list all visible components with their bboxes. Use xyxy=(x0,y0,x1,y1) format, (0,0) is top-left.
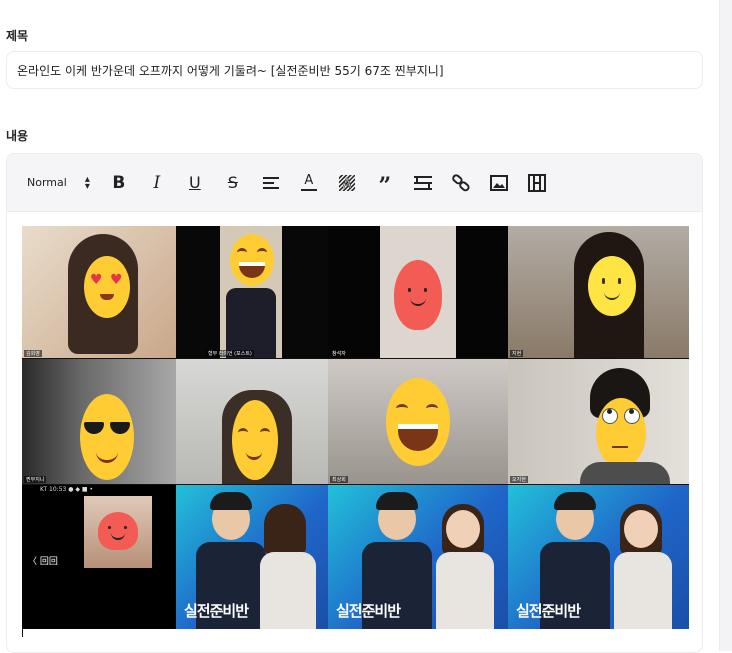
format-select-value: Normal xyxy=(27,176,67,189)
class-banner-tile: 실전준비반 xyxy=(328,484,508,629)
strikethrough-icon: S xyxy=(227,173,238,192)
grid-divider xyxy=(22,358,689,359)
participant-tile: 형부 라이언 (포스트) xyxy=(176,226,328,358)
zoom-screenshot-image: ♥ ♥ 김희영 형부 라이언 (포스트) 참석자 지현 찐부지니 최상희 오지현… xyxy=(22,226,689,629)
image-button[interactable] xyxy=(488,171,510,195)
participant-tile: 참석자 xyxy=(328,226,508,358)
background-color-icon: A xyxy=(338,174,355,192)
grid-divider xyxy=(22,484,689,485)
heart-eyes-emoji-icon: ♥ ♥ xyxy=(84,256,130,318)
horizontal-rule-icon xyxy=(413,175,432,190)
text-color-icon: A xyxy=(300,173,317,191)
bold-icon: B xyxy=(112,172,126,193)
participant-name: 형부 라이언 (포스트) xyxy=(206,350,254,357)
class-banner-tile: 실전준비반 xyxy=(176,484,328,629)
participant-tile: 오지현 xyxy=(508,358,689,484)
participant-tile xyxy=(176,358,328,484)
text-color-bar xyxy=(300,189,317,191)
phone-status-bar: KT 10:53 ● ◆ ■ • xyxy=(40,486,94,493)
host-woman-jacket xyxy=(260,552,316,629)
text-cursor xyxy=(22,629,23,637)
align-button[interactable] xyxy=(260,171,282,195)
participant-name: 김희영 xyxy=(24,350,42,357)
quote-icon: ” xyxy=(378,172,392,199)
editor-content[interactable]: ♥ ♥ 김희영 형부 라이언 (포스트) 참석자 지현 찐부지니 최상희 오지현… xyxy=(7,211,702,652)
participant-name: 지현 xyxy=(510,350,524,357)
divider-button[interactable] xyxy=(412,171,434,195)
host-woman-face xyxy=(624,510,658,548)
host-woman-face xyxy=(446,510,480,548)
image-icon xyxy=(489,174,508,191)
bold-button[interactable]: B xyxy=(108,171,130,195)
participant-name: 참석자 xyxy=(330,350,348,357)
underline-button[interactable]: U xyxy=(184,171,206,195)
eye-roll-emoji-icon xyxy=(596,398,646,468)
heart-face-emoji-icon xyxy=(394,260,442,330)
shirt-shape xyxy=(580,462,670,484)
italic-icon: I xyxy=(153,172,161,193)
banner-text: 실전준비반 xyxy=(184,602,249,620)
laughing-emoji-icon xyxy=(386,378,450,466)
smiling-emoji-icon xyxy=(588,256,636,316)
rich-text-editor[interactable]: Normal ▴ ▾ B I U S A A ” ♥ ♥ 김희영 형부 라이언 … xyxy=(6,153,703,653)
background-color-button[interactable]: A xyxy=(336,171,358,195)
content-label: 내용 xyxy=(6,129,29,143)
link-icon xyxy=(452,173,470,191)
jacket-shape xyxy=(226,288,276,358)
participant-name: 오지현 xyxy=(510,476,528,483)
phone-back-label: 〈 回回 xyxy=(28,557,58,567)
editor-toolbar: Normal ▴ ▾ B I U S A A ” xyxy=(7,154,702,212)
participant-tile: 최상희 xyxy=(328,358,508,484)
host-man-hair xyxy=(554,492,596,510)
italic-button[interactable]: I xyxy=(146,171,168,195)
title-label: 제목 xyxy=(6,29,29,43)
svg-text:A: A xyxy=(342,177,351,192)
film-icon xyxy=(527,173,546,192)
title-input-value: 온라인도 이케 반가운데 오프까지 어떻게 기둘려~ [실전준비반 55기 67… xyxy=(17,63,444,78)
host-man-hair xyxy=(376,492,418,510)
strike-button[interactable]: S xyxy=(222,171,244,195)
banner-text: 실전준비반 xyxy=(336,602,401,620)
phone-video-preview xyxy=(84,496,152,568)
align-left-icon xyxy=(262,176,279,189)
participant-name: 최상희 xyxy=(330,476,348,483)
host-woman-hair xyxy=(264,504,306,554)
text-color-letter: A xyxy=(304,173,314,188)
sunglasses-emoji-icon xyxy=(80,394,134,480)
link-button[interactable] xyxy=(450,171,472,195)
banner-text: 실전준비반 xyxy=(516,602,581,620)
class-banner-tile: 실전준비반 xyxy=(508,484,689,629)
host-woman-jacket xyxy=(614,552,672,629)
participant-tile: ♥ ♥ 김희영 xyxy=(22,226,176,358)
title-input[interactable]: 온라인도 이케 반가운데 오프까지 어떻게 기둘려~ [실전준비반 55기 67… xyxy=(6,51,703,89)
text-color-button[interactable]: A xyxy=(298,171,320,195)
grinning-emoji-icon xyxy=(230,234,274,286)
underline-icon: U xyxy=(188,173,201,192)
video-button[interactable] xyxy=(526,171,548,195)
participant-name: 찐부지니 xyxy=(24,476,47,483)
blushing-emoji-icon xyxy=(232,400,278,480)
quote-button[interactable]: ” xyxy=(374,171,396,199)
heart-face-emoji-icon xyxy=(98,512,138,550)
participant-tile: 찐부지니 xyxy=(22,358,176,484)
participant-tile: 지현 xyxy=(508,226,689,358)
page-scrollbar[interactable] xyxy=(719,0,732,651)
format-select[interactable]: Normal ▴ ▾ xyxy=(27,173,90,192)
phone-screen-tile: KT 10:53 ● ◆ ■ • 〈 回回 xyxy=(22,484,176,629)
select-arrows-icon: ▴ ▾ xyxy=(84,173,90,192)
host-woman-jacket xyxy=(436,552,494,629)
host-man-hair xyxy=(210,492,252,510)
